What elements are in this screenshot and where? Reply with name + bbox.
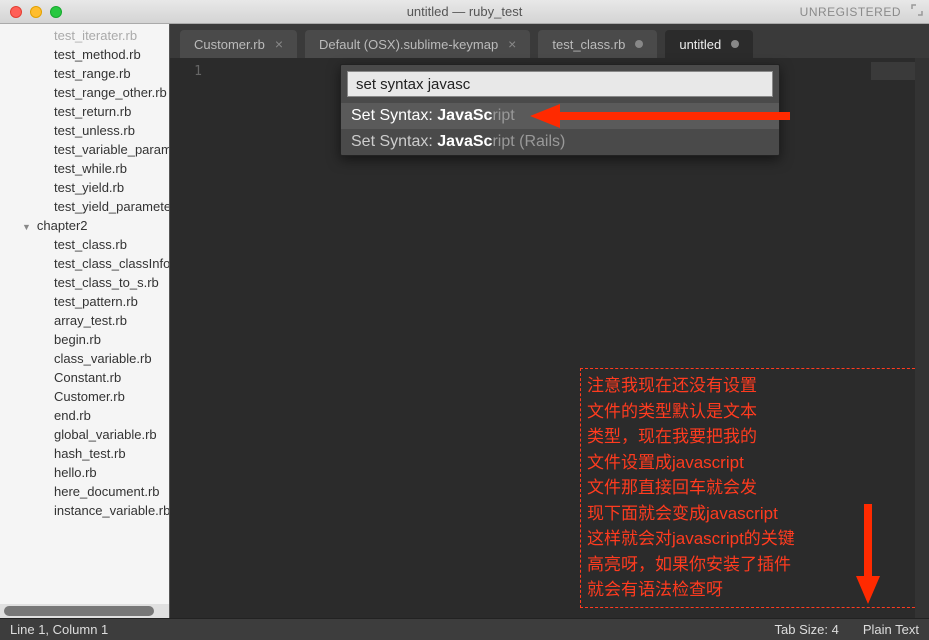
- main-area: test_iterater.rb test_method.rb test_ran…: [0, 24, 929, 618]
- titlebar: untitled — ruby_test UNREGISTERED: [0, 0, 929, 24]
- code-area[interactable]: 1 Set Syntax: JavaScript Set Syntax: Jav…: [170, 58, 929, 618]
- annotation-line: 这样就会对javascript的关键: [587, 526, 913, 552]
- close-icon[interactable]: ×: [508, 36, 516, 52]
- file-item[interactable]: test_class_to_s.rb: [0, 273, 169, 292]
- palette-item[interactable]: Set Syntax: JavaScript: [341, 103, 779, 129]
- annotation-line: 高亮呀，如果你安装了插件: [587, 552, 913, 578]
- editor-scrollbar[interactable]: [915, 58, 929, 618]
- editor-area: Customer.rb × Default (OSX).sublime-keym…: [170, 24, 929, 618]
- annotation-line: 文件那直接回车就会发: [587, 475, 913, 501]
- window-title: untitled — ruby_test: [0, 4, 929, 19]
- annotation-text: 注意我现在还没有设置 文件的类型默认是文本 类型，现在我要把我的 文件设置成ja…: [580, 368, 920, 608]
- palette-item-rest: ript (Rails): [492, 133, 565, 150]
- annotation-line: 注意我现在还没有设置: [587, 373, 913, 399]
- file-item[interactable]: Constant.rb: [0, 368, 169, 387]
- command-palette-input[interactable]: [347, 71, 773, 97]
- palette-item-prefix: Set Syntax: [351, 133, 428, 150]
- tab-bar: Customer.rb × Default (OSX).sublime-keym…: [170, 24, 929, 58]
- file-item[interactable]: array_test.rb: [0, 311, 169, 330]
- unregistered-label: UNREGISTERED: [800, 5, 901, 19]
- dirty-dot-icon: [731, 40, 739, 48]
- tab-keymap[interactable]: Default (OSX).sublime-keymap ×: [305, 30, 530, 58]
- file-item[interactable]: test_class.rb: [0, 235, 169, 254]
- annotation-line: 文件设置成javascript: [587, 450, 913, 476]
- file-item[interactable]: end.rb: [0, 406, 169, 425]
- tab-testclass[interactable]: test_class.rb: [538, 30, 657, 58]
- annotation-line: 现下面就会变成javascript: [587, 501, 913, 527]
- minimap[interactable]: [871, 62, 919, 80]
- expand-icon[interactable]: [911, 4, 923, 19]
- file-item[interactable]: hello.rb: [0, 463, 169, 482]
- gutter: 1: [170, 58, 210, 618]
- palette-item-bold: JavaSc: [437, 133, 492, 150]
- sidebar-scrollbar-thumb[interactable]: [4, 606, 154, 616]
- palette-item-rest: ript: [492, 107, 514, 124]
- file-item[interactable]: test_variable_parameter.rb: [0, 140, 169, 159]
- file-item[interactable]: class_variable.rb: [0, 349, 169, 368]
- status-tabsize[interactable]: Tab Size: 4: [775, 622, 839, 637]
- zoom-window-button[interactable]: [50, 6, 62, 18]
- file-item[interactable]: test_pattern.rb: [0, 292, 169, 311]
- tab-untitled[interactable]: untitled: [665, 30, 753, 58]
- file-item[interactable]: here_document.rb: [0, 482, 169, 501]
- dirty-dot-icon: [635, 40, 643, 48]
- command-palette: Set Syntax: JavaScript Set Syntax: JavaS…: [340, 64, 780, 156]
- file-item[interactable]: test_yield.rb: [0, 178, 169, 197]
- file-item[interactable]: test_unless.rb: [0, 121, 169, 140]
- palette-item-bold: JavaSc: [437, 107, 492, 124]
- minimize-window-button[interactable]: [30, 6, 42, 18]
- sidebar: test_iterater.rb test_method.rb test_ran…: [0, 24, 170, 618]
- file-item[interactable]: Customer.rb: [0, 387, 169, 406]
- line-number: 1: [170, 64, 202, 79]
- close-window-button[interactable]: [10, 6, 22, 18]
- palette-item-prefix: Set Syntax: [351, 107, 428, 124]
- annotation-line: 就会有语法检查呀: [587, 577, 913, 603]
- file-item[interactable]: global_variable.rb: [0, 425, 169, 444]
- tab-customer[interactable]: Customer.rb ×: [180, 30, 297, 58]
- close-icon[interactable]: ×: [275, 36, 283, 52]
- status-syntax[interactable]: Plain Text: [863, 622, 919, 637]
- tab-label: test_class.rb: [552, 37, 625, 52]
- file-item[interactable]: test_class_classInfo.rb: [0, 254, 169, 273]
- file-item[interactable]: test_range_other.rb: [0, 83, 169, 102]
- file-item[interactable]: test_iterater.rb: [0, 26, 169, 45]
- tab-label: untitled: [679, 37, 721, 52]
- file-tree: test_iterater.rb test_method.rb test_ran…: [0, 24, 169, 604]
- file-item[interactable]: hash_test.rb: [0, 444, 169, 463]
- tab-label: Customer.rb: [194, 37, 265, 52]
- file-item[interactable]: test_method.rb: [0, 45, 169, 64]
- tab-label: Default (OSX).sublime-keymap: [319, 37, 498, 52]
- file-item[interactable]: test_range.rb: [0, 64, 169, 83]
- file-item[interactable]: test_while.rb: [0, 159, 169, 178]
- status-position: Line 1, Column 1: [10, 622, 108, 637]
- annotation-line: 类型，现在我要把我的: [587, 424, 913, 450]
- folder-item[interactable]: chapter2: [0, 216, 169, 235]
- file-item[interactable]: instance_variable.rb: [0, 501, 169, 520]
- palette-item[interactable]: Set Syntax: JavaScript (Rails): [341, 129, 779, 155]
- file-item[interactable]: test_return.rb: [0, 102, 169, 121]
- annotation-line: 文件的类型默认是文本: [587, 399, 913, 425]
- file-item[interactable]: begin.rb: [0, 330, 169, 349]
- code-body[interactable]: Set Syntax: JavaScript Set Syntax: JavaS…: [210, 58, 929, 618]
- file-item[interactable]: test_yield_parameter.rb: [0, 197, 169, 216]
- statusbar: Line 1, Column 1 Tab Size: 4 Plain Text: [0, 618, 929, 640]
- traffic-lights: [0, 6, 62, 18]
- sidebar-scrollbar[interactable]: [0, 604, 169, 618]
